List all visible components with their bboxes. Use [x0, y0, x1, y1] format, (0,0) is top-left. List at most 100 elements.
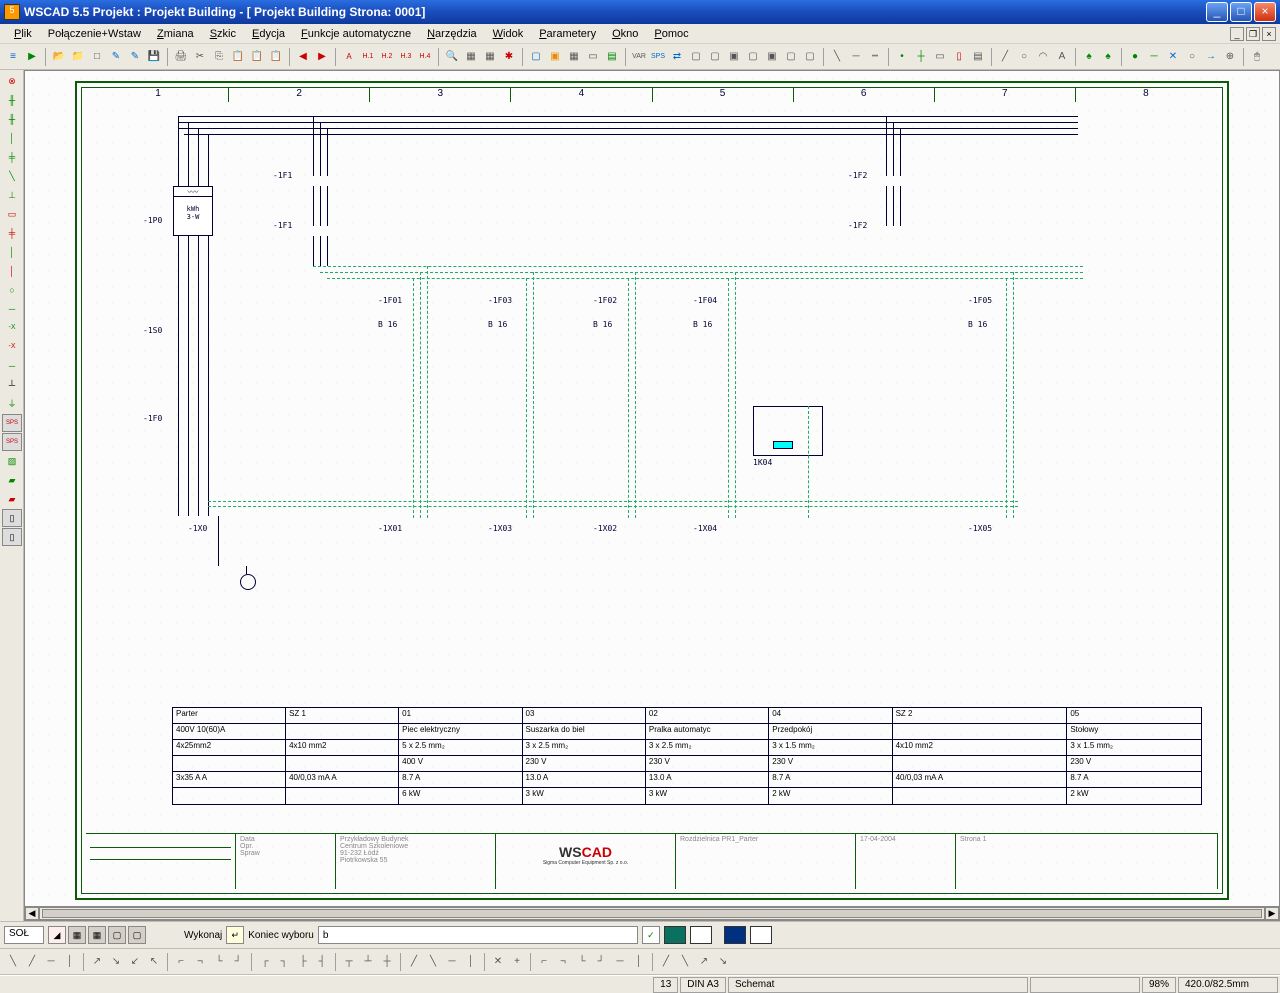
menu-funkcje[interactable]: Funkcje automatyczne: [293, 26, 419, 42]
tb-form-icon[interactable]: ▭: [584, 47, 602, 67]
bt-t1-icon[interactable]: ┬: [340, 952, 358, 972]
bt-r4-icon[interactable]: ↘: [714, 952, 732, 972]
tb-grid-icon[interactable]: ▦: [565, 47, 583, 67]
bt-s4-icon[interactable]: ┘: [592, 952, 610, 972]
tb-box1-icon[interactable]: ▢: [687, 47, 705, 67]
apply-icon[interactable]: ✓: [642, 926, 660, 944]
bt-s3-icon[interactable]: └: [573, 952, 591, 972]
bt-c5-icon[interactable]: ┌: [256, 952, 274, 972]
tb-new-icon[interactable]: □: [88, 47, 106, 67]
tb-circle-icon[interactable]: ○: [1015, 47, 1033, 67]
tb-h1-icon[interactable]: H.1: [359, 47, 377, 67]
tb-paste2-icon[interactable]: 📋: [248, 47, 266, 67]
lt-plug-icon[interactable]: ⊥: [2, 186, 22, 204]
bt-line4-icon[interactable]: │: [61, 952, 79, 972]
bt-c8-icon[interactable]: ┤: [313, 952, 331, 972]
tb-box2-icon[interactable]: ▢: [706, 47, 724, 67]
tb-var-icon[interactable]: VAR: [630, 47, 648, 67]
lt-symbol3-icon[interactable]: │: [2, 129, 22, 147]
bt-line2-icon[interactable]: ╱: [23, 952, 41, 972]
tb-last-icon[interactable]: 🖱: [1248, 47, 1266, 67]
tb-line3-icon[interactable]: ┅: [866, 47, 884, 67]
cmd-icon2[interactable]: ▦: [68, 926, 86, 944]
tb-x-icon[interactable]: ✕: [1164, 47, 1182, 67]
bt-c1-icon[interactable]: ⌐: [172, 952, 190, 972]
scroll-right-icon[interactable]: ▶: [1265, 907, 1279, 920]
color-swatch-3[interactable]: [724, 926, 746, 944]
bt-s2-icon[interactable]: ¬: [554, 952, 572, 972]
lt-filter-icon[interactable]: ▨: [2, 452, 22, 470]
lt-symbol1-icon[interactable]: ╫: [2, 91, 22, 109]
tb-folder-icon[interactable]: ▣: [546, 47, 564, 67]
menu-parametery[interactable]: Parametery: [531, 26, 604, 42]
tb-save-icon[interactable]: 💾: [145, 47, 163, 67]
color-swatch-1[interactable]: [664, 926, 686, 944]
tb-menu-icon[interactable]: ≡: [4, 47, 22, 67]
lt-arr-icon[interactable]: ▯: [2, 509, 22, 527]
bt-t2-icon[interactable]: ┴: [359, 952, 377, 972]
tb-paste3-icon[interactable]: 📋: [267, 47, 285, 67]
tb-a-icon[interactable]: A: [340, 47, 358, 67]
lt-x2-icon[interactable]: -X: [2, 338, 22, 356]
tb-target-icon[interactable]: ⊕: [1221, 47, 1239, 67]
tb-line2-icon[interactable]: ─: [847, 47, 865, 67]
cmd-icon1[interactable]: ◢: [48, 926, 66, 944]
tb-h4-icon[interactable]: H.4: [416, 47, 434, 67]
tb-line1-icon[interactable]: ╲: [828, 47, 846, 67]
tb-wizard-icon[interactable]: ✎: [107, 47, 125, 67]
lt-x-icon[interactable]: -X: [2, 319, 22, 337]
tb-text-icon[interactable]: A: [1053, 47, 1071, 67]
bt-c7-icon[interactable]: ├: [294, 952, 312, 972]
tb-cut-icon[interactable]: ✂: [191, 47, 209, 67]
bt-r2-icon[interactable]: ╲: [676, 952, 694, 972]
bt-d4-icon[interactable]: │: [462, 952, 480, 972]
bt-line1-icon[interactable]: ╲: [4, 952, 22, 972]
tb-box7-icon[interactable]: ▢: [801, 47, 819, 67]
lt-sps1-icon[interactable]: SPS: [2, 414, 22, 432]
tb-rect-icon[interactable]: ▭: [931, 47, 949, 67]
h-scrollbar[interactable]: ◀ ▶: [25, 906, 1279, 920]
tb-arrow-icon[interactable]: →: [1202, 47, 1220, 67]
tb-prev-icon[interactable]: ◀: [294, 47, 312, 67]
tb-play-icon[interactable]: ▶: [23, 47, 41, 67]
tb-layer-icon[interactable]: ▢: [527, 47, 545, 67]
bt-cross-icon[interactable]: ✕: [489, 952, 507, 972]
cmd-icon4[interactable]: ▢: [108, 926, 126, 944]
menu-widok[interactable]: Widok: [485, 26, 532, 42]
tb-doc1-icon[interactable]: ▦: [462, 47, 480, 67]
tb-h2-icon[interactable]: H.2: [378, 47, 396, 67]
tb-copy-icon[interactable]: ⎘: [210, 47, 228, 67]
tb-open2-icon[interactable]: 📁: [69, 47, 87, 67]
tb-conn2-icon[interactable]: ┼: [912, 47, 930, 67]
bt-c3-icon[interactable]: └: [210, 952, 228, 972]
tb-sline-icon[interactable]: ╱: [996, 47, 1014, 67]
lt-switch-icon[interactable]: ╲: [2, 167, 22, 185]
tb-box5-icon[interactable]: ▣: [763, 47, 781, 67]
lt-contact-icon[interactable]: ╪: [2, 148, 22, 166]
tb-print-icon[interactable]: 🖨: [172, 47, 190, 67]
tb-box6-icon[interactable]: ▢: [782, 47, 800, 67]
bt-a2-icon[interactable]: ↘: [107, 952, 125, 972]
canvas-area[interactable]: 12345678 -1P0 ◡◡◡ kWh: [24, 70, 1280, 921]
lt-sheet2-icon[interactable]: ▰: [2, 490, 22, 508]
menu-zmiana[interactable]: Zmiana: [149, 26, 202, 42]
color-swatch-4[interactable]: [750, 926, 772, 944]
lt-sps2-icon[interactable]: SPS: [2, 433, 22, 451]
lt-sheet-icon[interactable]: ▰: [2, 471, 22, 489]
bt-s5-icon[interactable]: ─: [611, 952, 629, 972]
tb-dot-icon[interactable]: ●: [1126, 47, 1144, 67]
lt-coil-icon[interactable]: │: [2, 243, 22, 261]
cmd-icon3[interactable]: ▦: [88, 926, 106, 944]
bt-c2-icon[interactable]: ¬: [191, 952, 209, 972]
tb-tree1-icon[interactable]: ♠: [1080, 47, 1098, 67]
menu-szkic[interactable]: Szkic: [202, 26, 244, 42]
layer-box[interactable]: SOŁ: [4, 926, 44, 944]
tb-next-icon[interactable]: ▶: [313, 47, 331, 67]
bt-a3-icon[interactable]: ↙: [126, 952, 144, 972]
lt-relay-icon[interactable]: ▭: [2, 205, 22, 223]
maximize-button[interactable]: □: [1230, 2, 1252, 22]
lt-earth-icon[interactable]: ⏚: [2, 395, 22, 413]
close-button[interactable]: ×: [1254, 2, 1276, 22]
menu-plik[interactable]: Plik: [6, 26, 40, 42]
tb-paste-icon[interactable]: 📋: [229, 47, 247, 67]
